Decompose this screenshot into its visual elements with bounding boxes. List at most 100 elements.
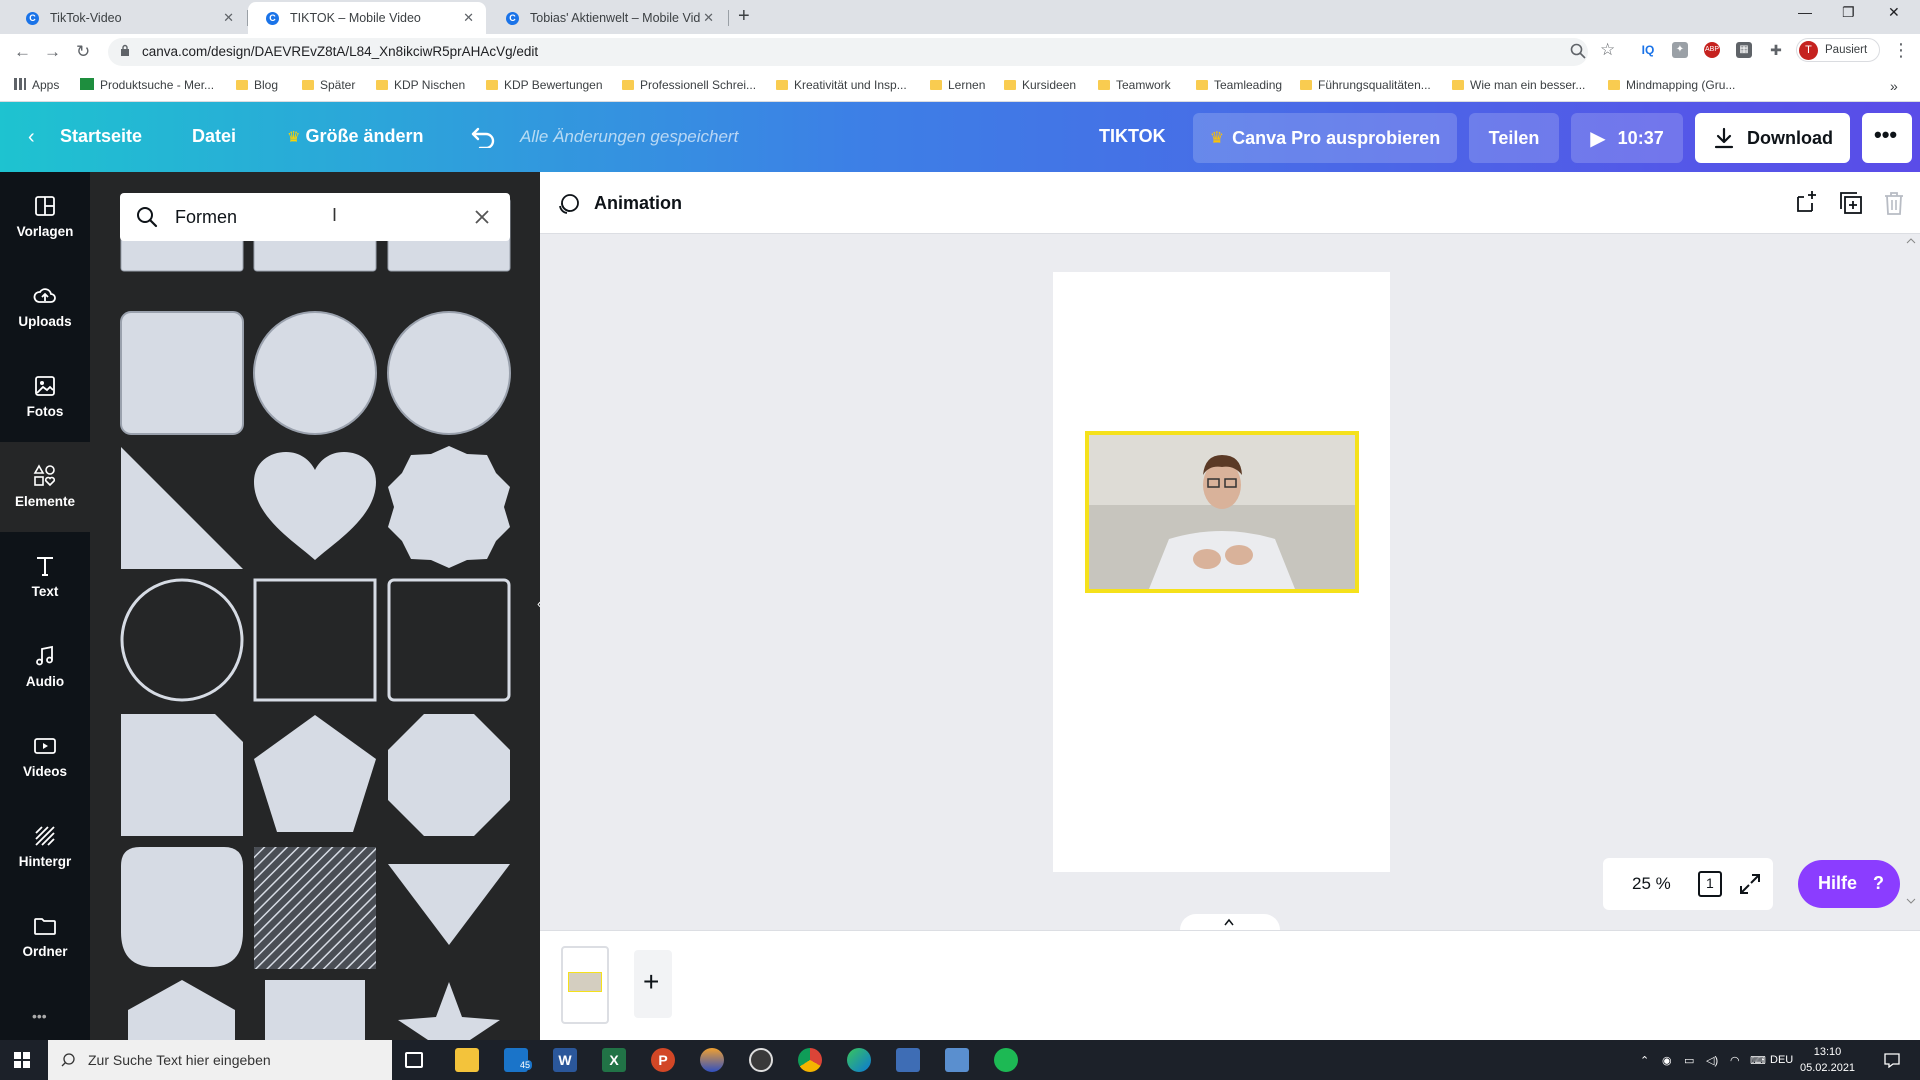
back-icon[interactable]: ← bbox=[14, 42, 31, 62]
video-element[interactable] bbox=[1085, 431, 1359, 593]
volume-icon[interactable]: ◁) bbox=[1706, 1054, 1718, 1067]
minimize-icon[interactable]: — bbox=[1798, 4, 1812, 20]
delete-page-icon[interactable] bbox=[1882, 190, 1906, 216]
bookmark-item[interactable]: KDP Bewertungen bbox=[486, 78, 603, 92]
mail-icon[interactable]: 45 bbox=[504, 1048, 533, 1072]
language-indicator[interactable]: DEU bbox=[1770, 1054, 1793, 1066]
bookmark-item[interactable]: Kreativität und Insp... bbox=[776, 78, 907, 92]
bookmark-item[interactable]: Später bbox=[302, 78, 355, 92]
rail-item-audio[interactable]: Audio bbox=[0, 622, 90, 712]
grid-extension-icon[interactable]: ▦ bbox=[1736, 42, 1752, 58]
bookmark-item[interactable]: Blog bbox=[236, 78, 278, 92]
spotify-icon[interactable] bbox=[994, 1048, 1018, 1072]
animation-button[interactable]: Animation bbox=[594, 193, 682, 214]
tab-tiktok-video[interactable]: C TikTok-Video ✕ bbox=[8, 2, 246, 34]
edge-icon[interactable] bbox=[847, 1048, 871, 1072]
profile-chip[interactable]: T Pausiert bbox=[1796, 38, 1880, 62]
zoom-level[interactable]: 25 % bbox=[1632, 874, 1671, 894]
taskbar-clock[interactable]: 13:10 05.02.2021 bbox=[1800, 1044, 1855, 1076]
chevron-left-icon[interactable]: ‹ bbox=[28, 126, 35, 149]
word-icon[interactable]: W bbox=[553, 1048, 577, 1072]
excel-icon[interactable]: X bbox=[602, 1048, 626, 1072]
extension-icon[interactable]: ✦ bbox=[1672, 42, 1688, 58]
bookmark-star-icon[interactable]: ☆ bbox=[1600, 40, 1615, 60]
help-button[interactable]: Hilfe ? bbox=[1798, 860, 1900, 908]
bookmark-item[interactable]: KDP Nischen bbox=[376, 78, 465, 92]
resize-button[interactable]: ♛ Größe ändern bbox=[287, 126, 424, 147]
network-icon[interactable]: ◠ bbox=[1730, 1054, 1740, 1067]
battery-icon[interactable]: ▭ bbox=[1684, 1054, 1694, 1067]
taskbar-search[interactable]: Zur Suche Text hier eingeben bbox=[48, 1040, 392, 1080]
more-options-button[interactable]: ••• bbox=[1862, 113, 1912, 163]
shape-octagon[interactable] bbox=[388, 714, 510, 836]
rail-item-ordner[interactable]: Ordner bbox=[0, 892, 90, 982]
download-button[interactable]: Download bbox=[1695, 113, 1850, 163]
tray-chevron-icon[interactable]: ⌃ bbox=[1640, 1054, 1649, 1067]
shape-right-triangle[interactable] bbox=[121, 447, 243, 569]
home-link[interactable]: Startseite bbox=[60, 126, 142, 147]
notification-icon[interactable] bbox=[1884, 1052, 1900, 1068]
task-view-icon[interactable] bbox=[405, 1052, 423, 1068]
iq-extension-icon[interactable]: IQ bbox=[1640, 42, 1656, 58]
shape-square[interactable] bbox=[265, 980, 365, 1040]
show-pages-toggle[interactable] bbox=[1180, 914, 1280, 930]
keyboard-icon[interactable]: ⌨ bbox=[1750, 1054, 1766, 1067]
calculator-icon[interactable] bbox=[945, 1048, 969, 1072]
shape-circle[interactable] bbox=[253, 311, 377, 435]
shape-inverted-triangle[interactable] bbox=[388, 864, 510, 945]
bookmark-item[interactable]: Mindmapping (Gru... bbox=[1608, 78, 1735, 92]
bookmark-item[interactable]: Professionell Schrei... bbox=[622, 78, 756, 92]
scroll-up-icon[interactable] bbox=[1906, 236, 1916, 246]
shape-rounded-square-outline[interactable] bbox=[387, 578, 511, 702]
more-apps-icon[interactable]: ••• bbox=[32, 1008, 47, 1024]
share-button[interactable]: Teilen bbox=[1469, 113, 1559, 163]
app-icon[interactable] bbox=[700, 1048, 724, 1072]
bookmark-item[interactable]: Produktsuche - Mer... bbox=[80, 78, 214, 92]
scroll-down-icon[interactable] bbox=[1906, 896, 1916, 906]
zoom-lens-icon[interactable] bbox=[1570, 43, 1586, 59]
page-thumbnail[interactable] bbox=[561, 946, 609, 1024]
bookmark-item[interactable]: Kursideen bbox=[1004, 78, 1076, 92]
puzzle-icon[interactable]: ✚ bbox=[1768, 42, 1784, 58]
rail-item-videos[interactable]: Videos bbox=[0, 712, 90, 802]
address-bar[interactable]: canva.com/design/DAEVREvZ8tA/L84_Xn8ikci… bbox=[108, 38, 1588, 66]
rail-item-text[interactable]: Text bbox=[0, 532, 90, 622]
close-tab-icon[interactable]: ✕ bbox=[223, 10, 234, 26]
fullscreen-icon[interactable] bbox=[1739, 873, 1761, 895]
close-window-icon[interactable]: ✕ bbox=[1888, 4, 1900, 21]
rail-item-elemente[interactable]: Elemente bbox=[0, 442, 90, 532]
restore-icon[interactable]: ❐ bbox=[1842, 4, 1855, 21]
shape-heart[interactable] bbox=[254, 452, 376, 560]
shape-badge[interactable] bbox=[388, 446, 510, 568]
page-count-icon[interactable]: 1 bbox=[1698, 871, 1722, 897]
duplicate-page-icon[interactable] bbox=[1838, 190, 1864, 216]
forward-icon[interactable]: → bbox=[44, 42, 61, 62]
file-menu[interactable]: Datei bbox=[192, 126, 236, 147]
meet-icon[interactable]: ◉ bbox=[1662, 1054, 1672, 1067]
powerpoint-icon[interactable]: P bbox=[651, 1048, 675, 1072]
search-input[interactable]: Formen I bbox=[120, 193, 510, 241]
windows-start-icon[interactable] bbox=[14, 1052, 30, 1068]
remote-desktop-icon[interactable] bbox=[896, 1048, 920, 1072]
close-tab-icon[interactable]: ✕ bbox=[463, 10, 474, 26]
rail-item-hintergrund[interactable]: Hintergr bbox=[0, 802, 90, 892]
shape-hexagon[interactable] bbox=[128, 980, 235, 1040]
close-tab-icon[interactable]: ✕ bbox=[703, 10, 714, 26]
present-button[interactable]: ▶ 10:37 bbox=[1571, 113, 1683, 163]
bookmark-item[interactable]: Teamleading bbox=[1196, 78, 1282, 92]
chrome-menu-icon[interactable]: ⋮ bbox=[1892, 40, 1910, 61]
shape-pentagon[interactable] bbox=[254, 715, 376, 832]
bookmark-item[interactable]: Wie man ein besser... bbox=[1452, 78, 1585, 92]
tab-tiktok-mobile-video[interactable]: C TIKTOK – Mobile Video ✕ bbox=[248, 2, 486, 34]
bookmark-item[interactable]: Führungsqualitäten... bbox=[1300, 78, 1431, 92]
shape-star[interactable] bbox=[398, 982, 500, 1040]
shape-rounded-square[interactable] bbox=[120, 311, 244, 435]
chrome-icon[interactable] bbox=[798, 1048, 822, 1072]
shape-cut-corner[interactable] bbox=[121, 714, 243, 836]
new-tab-icon[interactable]: + bbox=[738, 5, 750, 28]
reload-icon[interactable]: ↻ bbox=[76, 42, 90, 62]
design-title[interactable]: TIKTOK bbox=[1099, 126, 1166, 147]
add-page-icon[interactable] bbox=[1794, 189, 1820, 215]
adblock-icon[interactable]: ABP bbox=[1704, 42, 1720, 58]
bookmark-item[interactable]: Lernen bbox=[930, 78, 985, 92]
